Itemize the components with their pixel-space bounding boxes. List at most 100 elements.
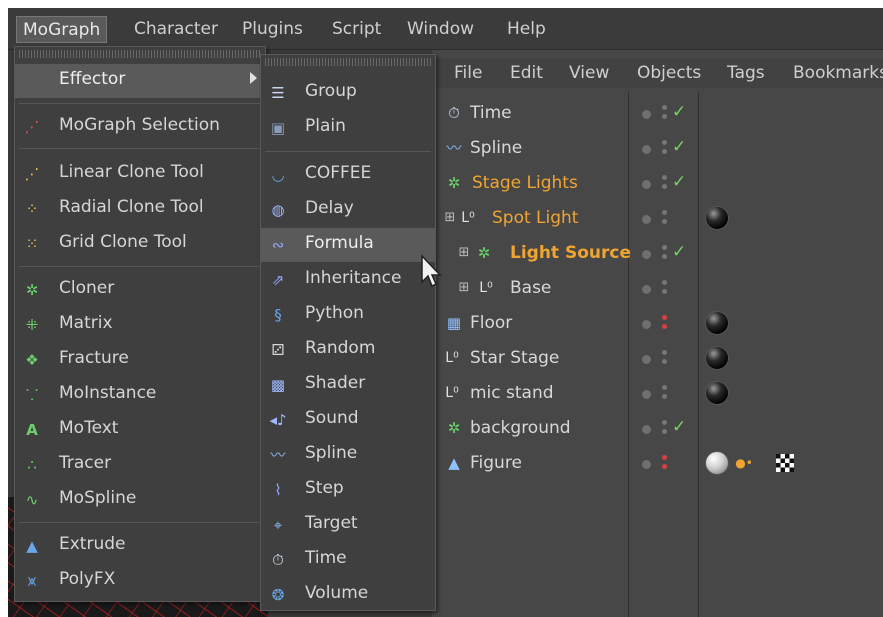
- render-dots[interactable]: [662, 280, 667, 298]
- render-dots[interactable]: [662, 455, 667, 473]
- menu-item-spline[interactable]: 〰 Spline: [261, 438, 435, 472]
- spline-icon: 〰: [446, 139, 462, 157]
- menu-item-formula[interactable]: ∾ Formula: [261, 228, 435, 262]
- submenu-arrow-icon: [250, 72, 257, 84]
- material-tag-icon[interactable]: [705, 206, 729, 230]
- object-row-base[interactable]: ⊞ L⁰ Base: [432, 272, 883, 307]
- visibility-dot[interactable]: [642, 390, 651, 399]
- om-menu-view[interactable]: View: [569, 61, 609, 85]
- menu-item-effector[interactable]: Effector: [15, 64, 265, 98]
- visibility-dot[interactable]: [642, 215, 651, 224]
- menu-item-target[interactable]: ⌖ Target: [261, 508, 435, 542]
- object-row-spline[interactable]: 〰 Spline ✓: [432, 132, 883, 167]
- menu-item-grid-clone-tool[interactable]: ⁙ Grid Clone Tool: [15, 227, 265, 261]
- menu-item-python[interactable]: § Python: [261, 298, 435, 332]
- cinema4d-window: MoGraph Character Plugins Script Window …: [8, 8, 883, 617]
- menu-item-sound[interactable]: ◂♪ Sound: [261, 403, 435, 437]
- render-dots[interactable]: [662, 350, 667, 368]
- object-row-mic-stand[interactable]: L⁰ mic stand: [432, 377, 883, 412]
- fracture-icon: ❖: [25, 351, 39, 369]
- null-icon: L⁰: [445, 350, 459, 366]
- tearoff-grip[interactable]: [19, 50, 261, 58]
- menu-script[interactable]: Script: [326, 16, 387, 43]
- material-tag-icon[interactable]: [705, 311, 729, 335]
- object-row-floor[interactable]: ▦ Floor: [432, 307, 883, 342]
- menu-mograph[interactable]: MoGraph: [16, 16, 108, 43]
- material-tag-icon[interactable]: [705, 451, 729, 475]
- menu-item-label: Time: [305, 548, 347, 568]
- menu-item-random[interactable]: ⚂ Random: [261, 333, 435, 367]
- menu-item-inheritance[interactable]: ⇗ Inheritance: [261, 263, 435, 297]
- menu-item-motext[interactable]: A MoText: [15, 413, 265, 447]
- menu-item-radial-clone-tool[interactable]: ⁘ Radial Clone Tool: [15, 192, 265, 226]
- object-row-light-source[interactable]: ⊞ ✲ Light Source ✓: [432, 237, 883, 272]
- enabled-check-icon[interactable]: ✓: [672, 102, 686, 122]
- menu-item-matrix[interactable]: ⁜ Matrix: [15, 308, 265, 342]
- render-dots[interactable]: [662, 315, 667, 333]
- enabled-check-icon[interactable]: ✓: [672, 417, 686, 437]
- object-row-figure[interactable]: ▲ Figure ●•: [432, 447, 883, 482]
- tree-expand-icon[interactable]: ⊞: [454, 243, 474, 263]
- menu-item-mograph-selection[interactable]: ⋰ MoGraph Selection: [15, 110, 265, 144]
- render-dots[interactable]: [662, 420, 667, 438]
- menu-item-time[interactable]: ⏱ Time: [261, 543, 435, 577]
- om-menu-edit[interactable]: Edit: [510, 61, 543, 85]
- visibility-dot[interactable]: [642, 145, 651, 154]
- object-row-time[interactable]: ⏱ Time ✓: [432, 97, 883, 132]
- ik-tag-icon[interactable]: ●•: [734, 453, 754, 473]
- menu-item-coffee[interactable]: ◡ COFFEE: [261, 158, 435, 192]
- om-menu-bookmarks[interactable]: Bookmarks: [793, 61, 883, 85]
- tree-expand-icon[interactable]: ⊞: [454, 278, 474, 298]
- menu-item-fracture[interactable]: ❖ Fracture: [15, 343, 265, 377]
- menu-item-shader[interactable]: ▩ Shader: [261, 368, 435, 402]
- render-dots[interactable]: [662, 385, 667, 403]
- om-menu-file[interactable]: File: [454, 61, 482, 85]
- object-row-star-stage[interactable]: L⁰ Star Stage: [432, 342, 883, 377]
- enabled-check-icon[interactable]: ✓: [672, 137, 686, 157]
- render-dots[interactable]: [662, 210, 667, 228]
- menu-item-label: Group: [305, 81, 357, 101]
- material-tag-icon[interactable]: [705, 381, 729, 405]
- visibility-dot[interactable]: [642, 285, 651, 294]
- visibility-dot[interactable]: [642, 110, 651, 119]
- object-row-background[interactable]: ✲ background ✓: [432, 412, 883, 447]
- menu-item-delay[interactable]: ◍ Delay: [261, 193, 435, 227]
- menu-item-group[interactable]: ☰ Group: [261, 76, 435, 110]
- menu-item-cloner[interactable]: ✲ Cloner: [15, 273, 265, 307]
- checker-tag-icon[interactable]: [776, 454, 794, 472]
- menu-plugins[interactable]: Plugins: [236, 16, 309, 43]
- menu-item-polyfx[interactable]: ⩙ PolyFX: [15, 564, 265, 598]
- render-dots[interactable]: [662, 175, 667, 193]
- menu-item-label: Fracture: [59, 348, 129, 368]
- om-menu-objects[interactable]: Objects: [637, 61, 701, 85]
- render-dots[interactable]: [662, 245, 667, 263]
- material-tag-icon[interactable]: [705, 346, 729, 370]
- delay-icon: ◍: [271, 201, 285, 219]
- menu-item-tracer[interactable]: ∴ Tracer: [15, 448, 265, 482]
- menu-item-mospline[interactable]: ∿ MoSpline: [15, 483, 265, 517]
- object-row-stage-lights[interactable]: ✲ Stage Lights ✓: [432, 167, 883, 202]
- render-dots[interactable]: [662, 105, 667, 123]
- render-dots[interactable]: [662, 140, 667, 158]
- visibility-dot[interactable]: [642, 320, 651, 329]
- menu-item-linear-clone-tool[interactable]: ⋰ Linear Clone Tool: [15, 157, 265, 191]
- visibility-dot[interactable]: [642, 250, 651, 259]
- menu-item-extrude[interactable]: ▲ Extrude: [15, 529, 265, 563]
- visibility-dot[interactable]: [642, 355, 651, 364]
- menu-item-moinstance[interactable]: ⸪ MoInstance: [15, 378, 265, 412]
- menu-item-volume[interactable]: ❂ Volume: [261, 578, 435, 612]
- visibility-dot[interactable]: [642, 180, 651, 189]
- menu-item-step[interactable]: ⌇ Step: [261, 473, 435, 507]
- visibility-dot[interactable]: [642, 425, 651, 434]
- menu-character[interactable]: Character: [128, 16, 224, 43]
- object-row-spot-light[interactable]: ⊞ L⁰ Spot Light: [432, 202, 883, 237]
- menu-item-plain[interactable]: ▣ Plain: [261, 111, 435, 145]
- om-menu-tags[interactable]: Tags: [727, 61, 765, 85]
- enabled-check-icon[interactable]: ✓: [672, 242, 686, 262]
- tearoff-grip[interactable]: [265, 58, 431, 66]
- menu-help[interactable]: Help: [501, 16, 552, 43]
- tree-expand-icon[interactable]: ⊞: [440, 208, 460, 228]
- menu-window[interactable]: Window: [401, 16, 480, 43]
- visibility-dot[interactable]: [642, 460, 651, 469]
- enabled-check-icon[interactable]: ✓: [672, 172, 686, 192]
